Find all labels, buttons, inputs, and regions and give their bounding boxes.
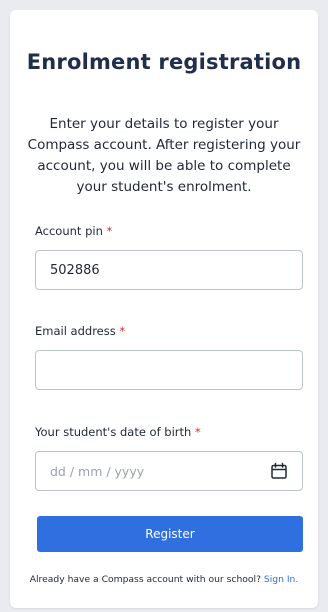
calendar-icon[interactable] (270, 462, 288, 480)
required-marker: * (194, 425, 201, 439)
account-pin-label-text: Account pin (35, 224, 103, 238)
page-title: Enrolment registration (26, 50, 302, 74)
page: Enrolment registration Enter your detail… (0, 0, 328, 612)
email-input[interactable] (35, 350, 303, 390)
required-marker: * (106, 224, 113, 238)
signin-link[interactable]: Sign In. (264, 574, 298, 585)
dob-label: Your student's date of birth * (35, 425, 201, 439)
form-description: Enter your details to register your Comp… (27, 116, 301, 195)
registration-card: Enrolment registration Enter your detail… (10, 10, 318, 608)
register-button[interactable]: Register (37, 516, 303, 552)
account-pin-input[interactable] (35, 250, 303, 290)
dob-label-text: Your student's date of birth (35, 425, 192, 439)
email-label: Email address * (35, 324, 125, 338)
email-label-text: Email address (35, 324, 116, 338)
signin-prompt-text: Already have a Compass account with our … (29, 574, 261, 585)
dob-placeholder: dd / mm / yyyy (50, 463, 145, 479)
dob-input[interactable]: dd / mm / yyyy (35, 451, 303, 491)
required-marker: * (119, 324, 126, 338)
account-pin-label: Account pin * (35, 224, 112, 238)
signin-prompt: Already have a Compass account with our … (10, 574, 318, 585)
